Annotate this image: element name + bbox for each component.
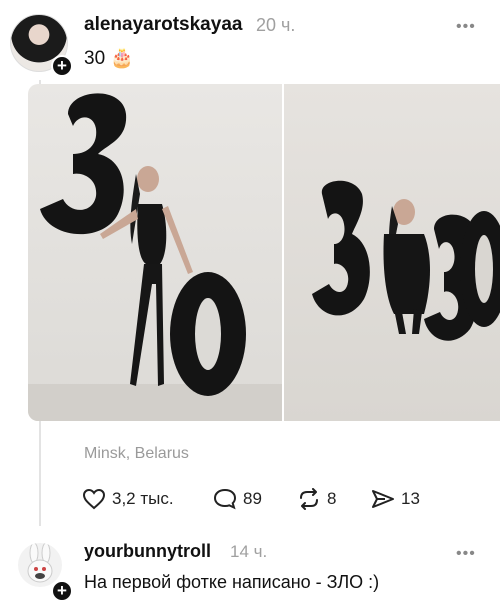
repost-count: 8 [327,489,337,508]
more-options-icon[interactable]: ••• [456,18,476,36]
send-arrow-icon [371,488,395,510]
heart-icon [82,488,106,510]
share-count: 13 [401,489,420,508]
follow-plus-icon[interactable]: + [51,55,73,77]
more-options-icon[interactable]: ••• [456,545,476,563]
reply-avatar[interactable] [18,543,62,587]
post-text: 30 🎂 [84,48,135,69]
post-username[interactable]: alenayarotskayaa [84,14,242,36]
rabbid-icon [27,543,53,583]
repost-arrows-icon [297,488,321,510]
reply-username[interactable]: yourbunnytroll [84,541,211,562]
comment-bubble-icon [213,488,237,510]
post-timestamp: 20 ч. [256,15,296,35]
photo-balloons-30-standing-icon [28,93,282,421]
post-photo-2[interactable] [284,84,500,421]
reply-timestamp: 14 ч. [230,542,268,561]
comment-count: 89 [243,489,262,508]
reply-text: На первой фотке написано - ЗЛО :) [84,572,380,592]
repost-button[interactable]: 8 [297,488,336,510]
follow-plus-icon[interactable]: + [51,580,73,600]
photo-balloons-30-crouching-icon [312,180,500,341]
like-count: 3,2 тыс. [112,489,174,508]
location-label[interactable]: Minsk, Belarus [84,445,189,463]
share-button[interactable]: 13 [371,488,420,510]
comment-button[interactable]: 89 [213,488,262,510]
like-button[interactable]: 3,2 тыс. [82,488,174,510]
post-photo-1[interactable] [28,84,282,421]
